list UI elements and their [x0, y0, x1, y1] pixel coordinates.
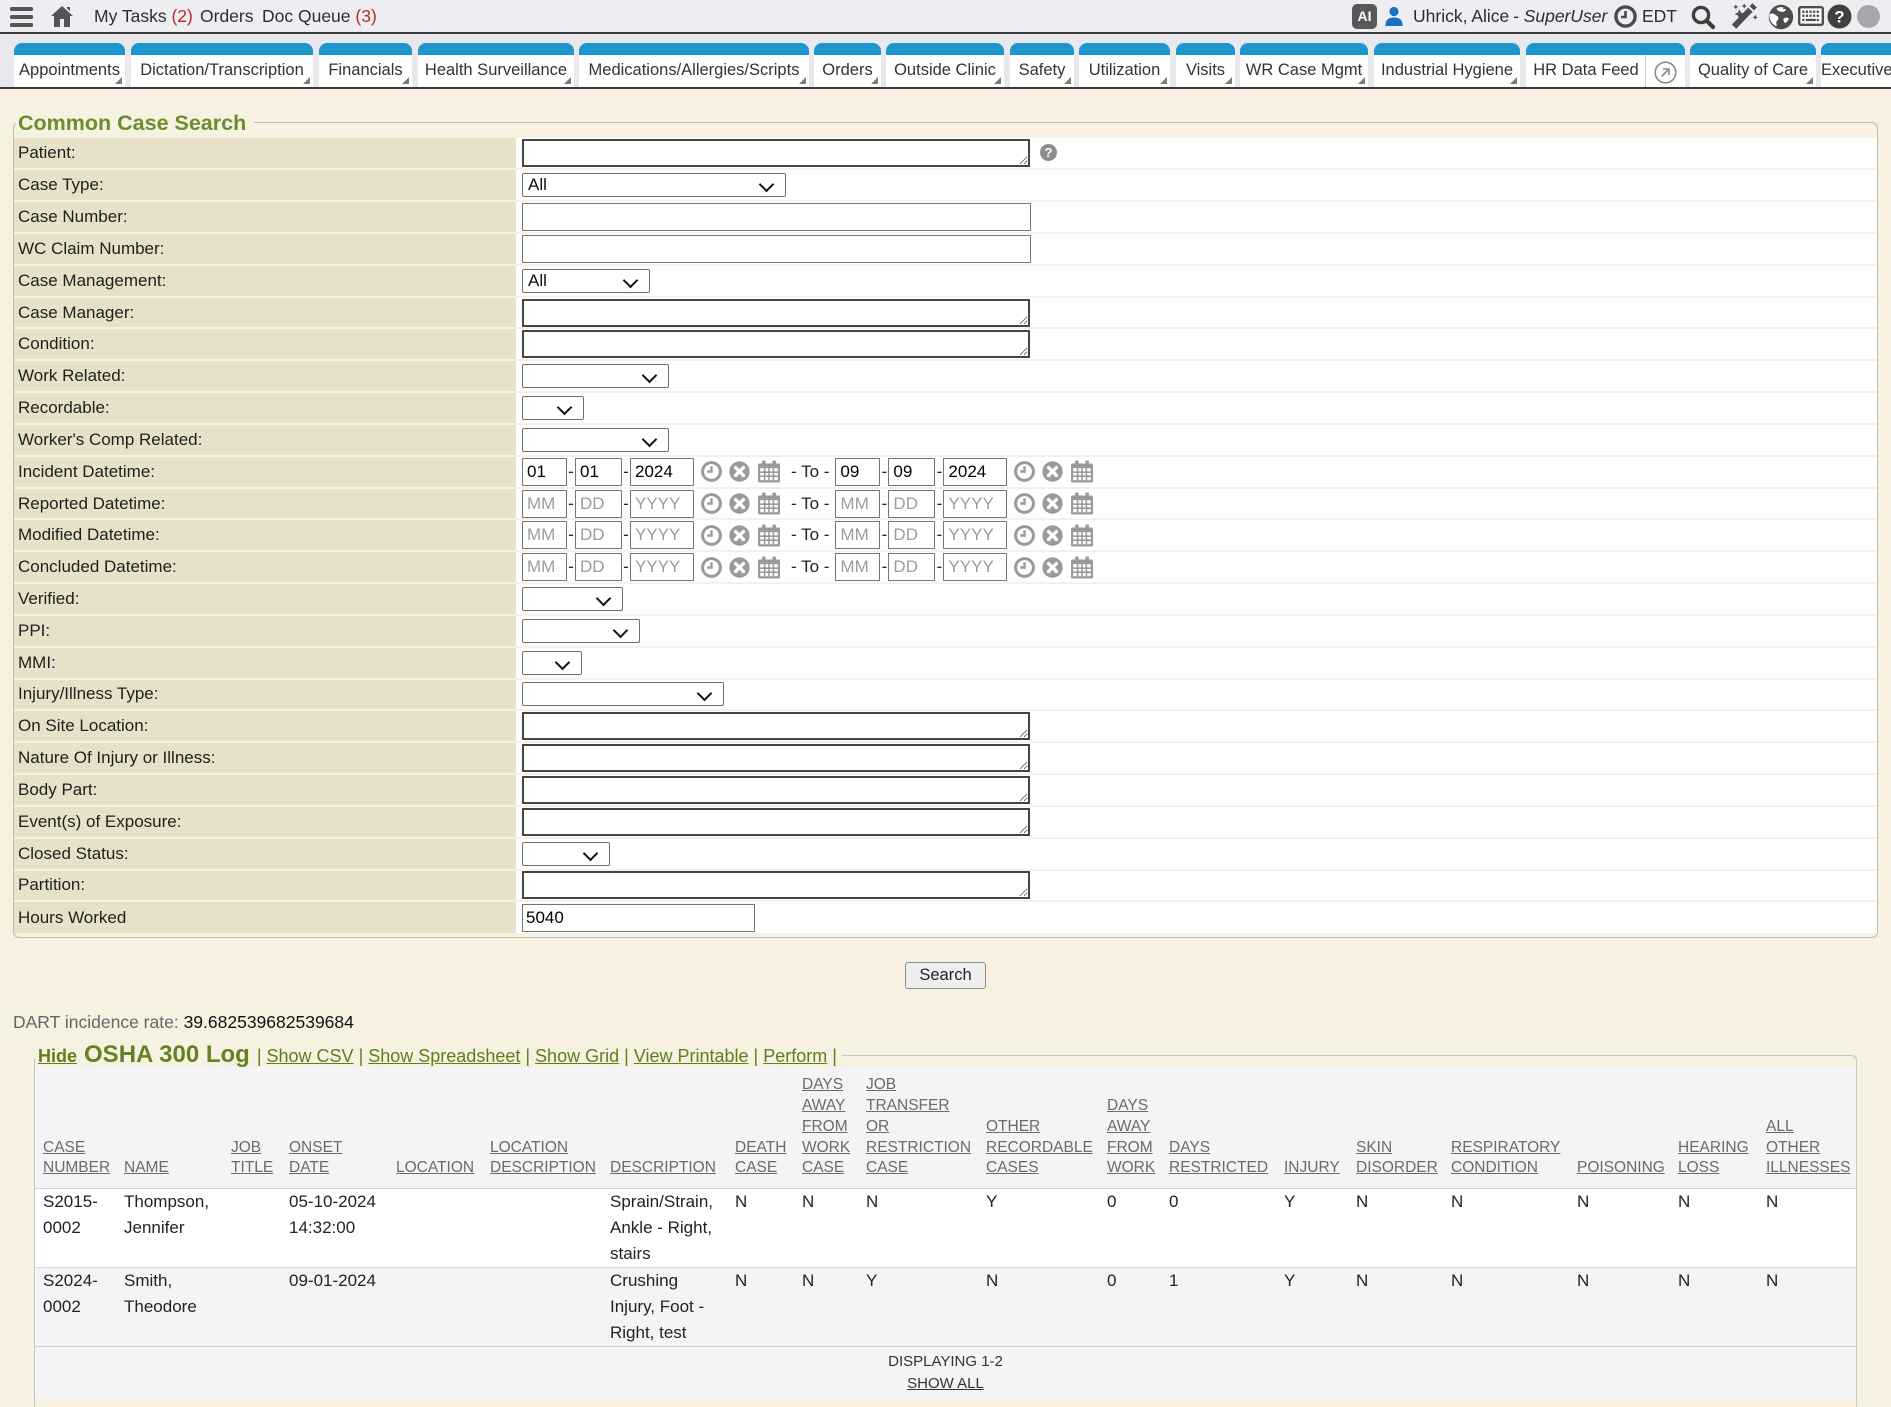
svg-text:?: ?	[1834, 8, 1844, 27]
